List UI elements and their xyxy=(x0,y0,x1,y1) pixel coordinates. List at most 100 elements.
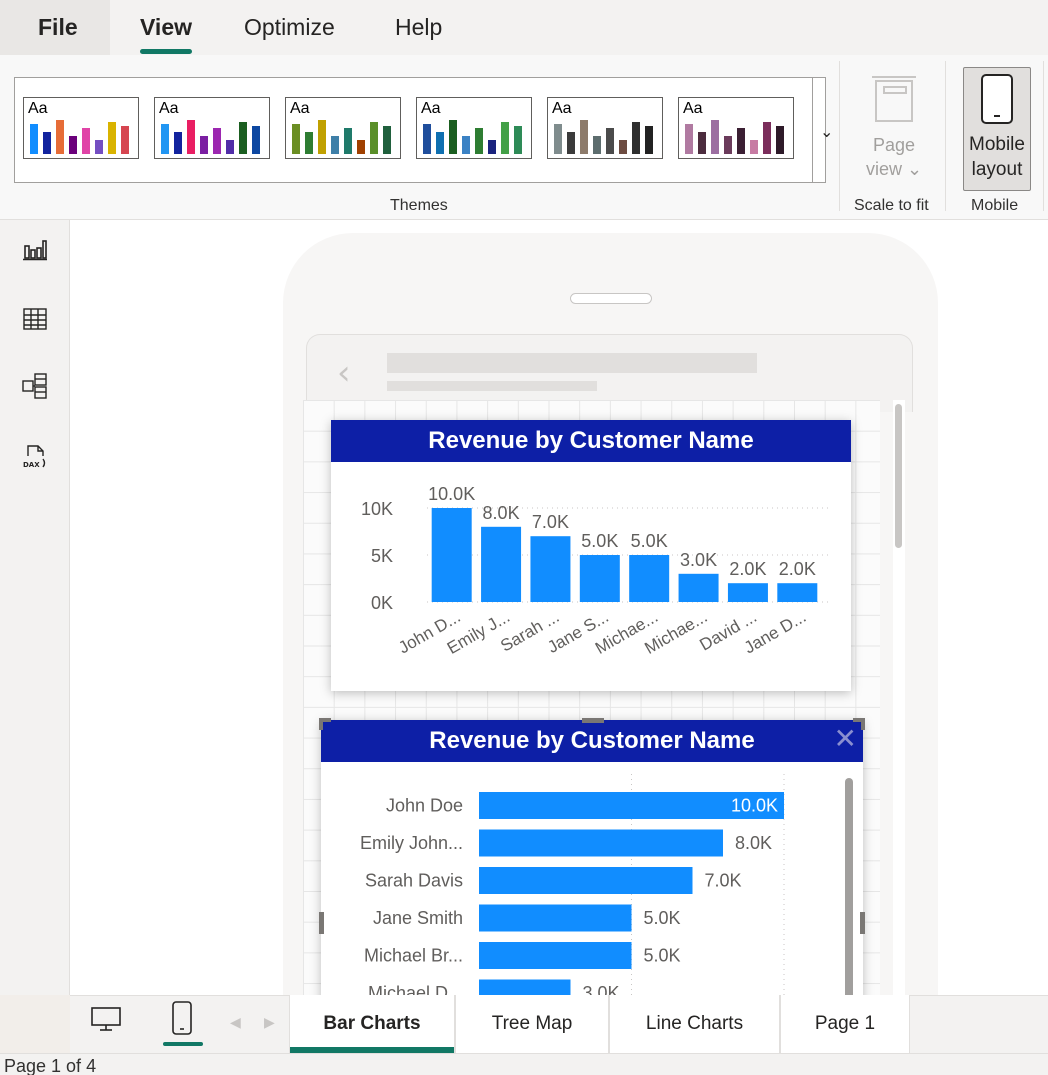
desktop-layout-icon[interactable] xyxy=(90,1006,122,1032)
theme-color-bar xyxy=(423,124,431,154)
theme-color-bar xyxy=(475,128,483,154)
bar xyxy=(479,904,632,932)
placeholder-subtitle-line xyxy=(387,381,597,391)
theme-color-bar xyxy=(632,122,640,154)
theme-color-bar xyxy=(174,132,182,154)
status-bar: Page 1 of 4 xyxy=(0,1053,1048,1075)
scroll-right-icon[interactable]: ▶ xyxy=(264,1014,275,1031)
page-count-status: Page 1 of 4 xyxy=(4,1056,97,1075)
page-view-label-line1: Page xyxy=(872,135,916,155)
table-view-icon[interactable] xyxy=(22,306,48,332)
theme-color-bar xyxy=(226,140,234,154)
ribbon: Aa Aa Aa Aa Aa Aa ⌄ Themes Page view ⌄ Scale … xyxy=(0,55,1048,220)
resize-handle-top-left-v[interactable] xyxy=(319,718,323,730)
theme-color-bar xyxy=(187,120,195,154)
data-label: 7.0K xyxy=(532,512,569,532)
data-label: 7.0K xyxy=(705,871,742,891)
theme-swatch[interactable]: Aa xyxy=(23,97,139,159)
mobile-layout-icon[interactable] xyxy=(170,1000,194,1036)
menu-optimize[interactable]: Optimize xyxy=(244,14,335,41)
themes-group-label: Themes xyxy=(390,197,448,214)
resize-handle-top-right-v[interactable] xyxy=(861,718,865,730)
bar xyxy=(479,829,723,857)
theme-color-bar xyxy=(737,128,745,154)
theme-color-bar xyxy=(30,124,38,154)
data-label: 10.0K xyxy=(731,796,778,816)
mobile-layout-label: Mobile layout xyxy=(964,132,1030,182)
theme-color-bar xyxy=(69,136,77,154)
theme-color-bar xyxy=(383,126,391,154)
mobile-layout-button[interactable]: Mobile layout xyxy=(963,67,1031,191)
page-tab-tree-map[interactable]: Tree Map xyxy=(455,995,609,1053)
menu-file[interactable]: File xyxy=(38,14,78,41)
theme-color-bar xyxy=(56,120,64,154)
close-icon[interactable]: ✕ xyxy=(834,724,857,754)
y-category-label: John Doe xyxy=(386,796,463,816)
theme-swatch[interactable]: Aa xyxy=(416,97,532,159)
dax-query-view-icon[interactable]: DAX xyxy=(22,444,48,470)
page-tab-page-1[interactable]: Page 1 xyxy=(780,995,910,1053)
data-label: 5.0K xyxy=(581,531,618,551)
scroll-left-icon[interactable]: ◀ xyxy=(230,1014,241,1031)
mobile-group-label: Mobile xyxy=(971,197,1019,214)
theme-color-bar xyxy=(292,124,300,154)
theme-swatch[interactable]: Aa xyxy=(678,97,794,159)
theme-color-bar xyxy=(514,126,522,154)
resize-handle-top[interactable] xyxy=(582,718,604,723)
data-label: 8.0K xyxy=(483,503,520,523)
theme-swatch[interactable]: Aa xyxy=(285,97,401,159)
theme-color-bar xyxy=(318,120,326,154)
theme-swatch[interactable]: Aa xyxy=(154,97,270,159)
theme-color-bar xyxy=(121,126,129,154)
visual-scrollbar-thumb[interactable] xyxy=(845,778,853,1008)
report-view-icon[interactable] xyxy=(22,236,48,262)
column-chart-visual[interactable]: Revenue by Customer Name 10K 5K 0K 10.0K Joh… xyxy=(331,420,851,691)
data-label: 5.0K xyxy=(644,946,681,966)
y-tick-label: 10K xyxy=(361,499,393,519)
column-bar xyxy=(431,508,472,602)
canvas-scrollbar[interactable] xyxy=(893,400,905,995)
theme-sample-text: Aa xyxy=(28,100,48,117)
column-bar xyxy=(530,536,571,602)
data-label: 5.0K xyxy=(631,531,668,551)
mobile-phone-icon xyxy=(981,74,1013,124)
page-view-button[interactable]: Page view ⌄ xyxy=(862,133,926,181)
bar xyxy=(479,942,632,969)
theme-sample-text: Aa xyxy=(159,100,179,117)
theme-color-bar xyxy=(436,132,444,154)
data-label: 2.0K xyxy=(779,559,816,579)
column-bar xyxy=(777,583,818,602)
theme-color-bar xyxy=(95,140,103,154)
page-tab-line-charts[interactable]: Line Charts xyxy=(609,995,780,1053)
bar-chart-svg: John Doe 10.0K Emily John... 8.0K Sarah Davi… xyxy=(360,774,785,1010)
theme-swatch[interactable]: Aa xyxy=(547,97,663,159)
theme-color-bar xyxy=(580,120,588,154)
visual-scrollbar[interactable] xyxy=(843,774,855,1014)
back-arrow-icon: ‹ xyxy=(337,353,351,393)
ribbon-separator xyxy=(945,61,946,211)
bar-chart-visual[interactable]: Revenue by Customer Name ✕ John Doe 10.0K… xyxy=(321,720,863,1014)
gallery-divider xyxy=(812,78,813,182)
data-label: 3.0K xyxy=(680,550,717,570)
model-view-icon[interactable] xyxy=(22,373,48,399)
menu-help[interactable]: Help xyxy=(395,14,442,41)
theme-sample-text: Aa xyxy=(683,100,703,117)
phone-speaker xyxy=(570,293,652,304)
resize-handle-left[interactable] xyxy=(319,912,324,934)
theme-color-bar xyxy=(370,122,378,154)
column-bar xyxy=(629,555,670,602)
placeholder-title-line xyxy=(387,353,757,373)
canvas-scrollbar-thumb[interactable] xyxy=(895,404,902,548)
resize-handle-right[interactable] xyxy=(860,912,865,934)
menu-view[interactable]: View xyxy=(140,14,192,41)
page-tab-bar-charts[interactable]: Bar Charts xyxy=(289,995,455,1053)
column-chart-svg: 10K5K0K10.0KJohn D...8.0KEmily J...7.0KS… xyxy=(361,484,832,658)
y-category-label: Jane Smith xyxy=(373,908,463,928)
page-view-icon xyxy=(872,76,916,122)
gallery-expand-chevron-icon[interactable]: ⌄ xyxy=(820,122,833,142)
theme-color-bar xyxy=(449,120,457,154)
theme-color-bar xyxy=(82,128,90,154)
theme-color-bar xyxy=(43,132,51,154)
theme-color-bar xyxy=(619,140,627,154)
theme-color-bar xyxy=(108,122,116,154)
